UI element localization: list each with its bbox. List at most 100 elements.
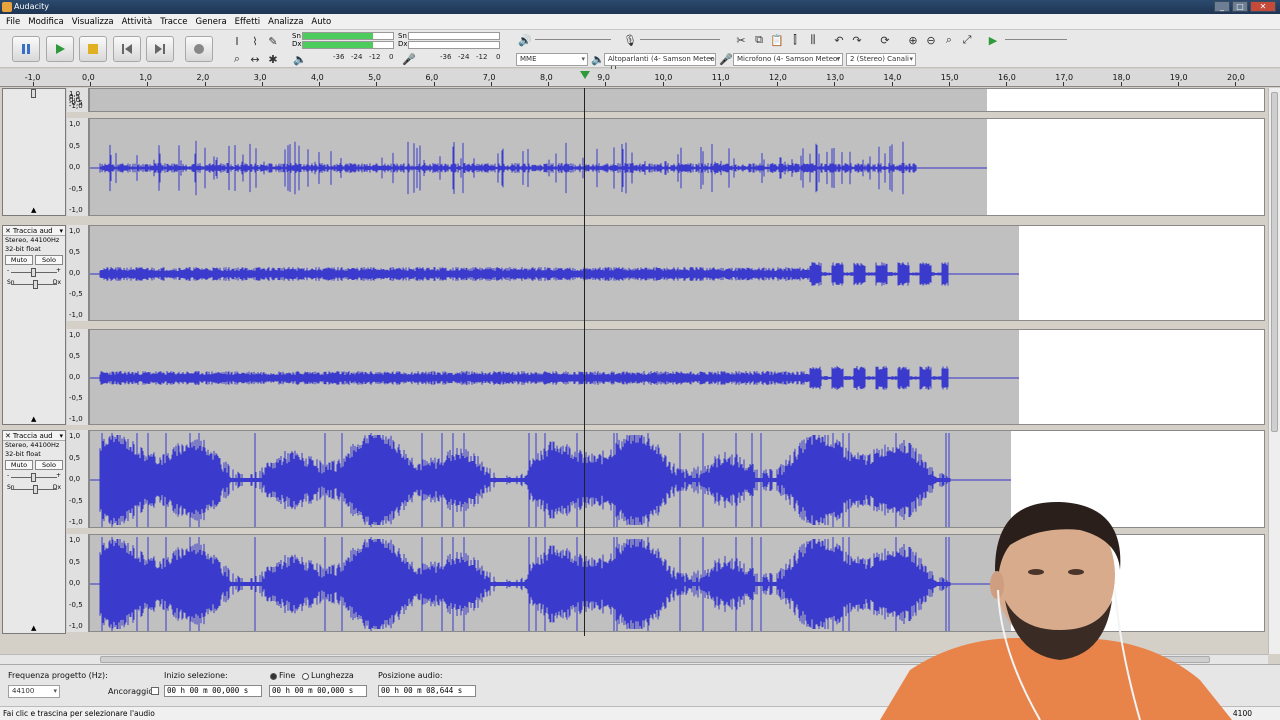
- collapse-track-icon[interactable]: ▲: [31, 415, 36, 423]
- menu-file[interactable]: File: [2, 14, 24, 30]
- track-control-panel[interactable]: ✕ Traccia aud ▾ Stereo, 44100Hz 32-bit float…: [2, 225, 66, 425]
- mute-button[interactable]: Muto: [5, 255, 33, 265]
- track-menu-chevron-icon[interactable]: ▾: [59, 431, 63, 441]
- gain-slider[interactable]: - +: [7, 472, 61, 482]
- zoom-out-icon[interactable]: ⊖: [923, 32, 939, 48]
- selection-start-field[interactable]: 00 h 00 m 00,000 s: [164, 685, 262, 697]
- zoom-in-icon[interactable]: ⊕: [905, 32, 921, 48]
- skip-start-button[interactable]: [113, 36, 141, 62]
- track-menu-chevron-icon[interactable]: ▾: [59, 226, 63, 236]
- close-button[interactable]: ✕: [1250, 1, 1276, 12]
- play-button[interactable]: [46, 36, 74, 62]
- track-header[interactable]: ✕ Traccia aud ▾: [3, 226, 65, 236]
- menu-modifica[interactable]: Modifica: [24, 14, 68, 30]
- vertical-scrollbar[interactable]: [1268, 88, 1280, 654]
- ruler-tick-label: 20,0: [1227, 73, 1245, 82]
- collapse-track-icon[interactable]: ▲: [31, 206, 36, 214]
- output-volume-slider[interactable]: [535, 39, 611, 40]
- input-volume-slider[interactable]: [640, 39, 720, 40]
- pan-knob[interactable]: [33, 280, 38, 289]
- solo-button[interactable]: Solo: [35, 255, 63, 265]
- gain-knob[interactable]: [31, 268, 36, 277]
- maximize-button[interactable]: □: [1232, 1, 1248, 12]
- waveform-channel[interactable]: [89, 225, 1265, 321]
- menu-tracce[interactable]: Tracce: [156, 14, 191, 30]
- record-meter-right[interactable]: [408, 41, 500, 49]
- project-rate-select[interactable]: 44100: [8, 685, 60, 698]
- amplitude-tick: 0,5: [69, 453, 81, 462]
- copy-icon[interactable]: ⧉: [751, 32, 767, 48]
- selection-tool-icon[interactable]: I: [229, 33, 245, 49]
- amplitude-tick: 0,0: [69, 163, 81, 171]
- track-name[interactable]: Traccia aud: [13, 432, 53, 440]
- menu-effetti[interactable]: Effetti: [231, 14, 264, 30]
- menu-visualizza[interactable]: Visualizza: [68, 14, 118, 30]
- end-radio[interactable]: [270, 673, 277, 680]
- fit-selection-icon[interactable]: ⌕: [941, 32, 957, 48]
- pan-slider[interactable]: Sn Dx: [7, 279, 61, 289]
- pan-slider[interactable]: Sn Dx: [7, 484, 61, 494]
- vertical-scroll-thumb[interactable]: [1271, 92, 1278, 432]
- track-header[interactable]: ✕ Traccia aud ▾: [3, 431, 65, 441]
- skip-end-button[interactable]: [146, 36, 174, 62]
- audio-position-field[interactable]: 00 h 00 m 08,644 s: [378, 685, 476, 697]
- channels-select[interactable]: 2 (Stereo) Canali: [846, 53, 916, 66]
- collapse-track-icon[interactable]: ▲: [31, 624, 36, 632]
- menu-attivita[interactable]: Attività: [118, 14, 157, 30]
- track-control-panel[interactable]: ✕ Traccia aud ▾ Stereo, 44100Hz 32-bit float…: [2, 430, 66, 634]
- playback-meter-right[interactable]: [302, 41, 394, 49]
- cut-icon[interactable]: ✂: [733, 32, 749, 48]
- waveform-channel[interactable]: [89, 88, 1265, 112]
- gain-knob[interactable]: [31, 473, 36, 482]
- gain-knob[interactable]: [31, 89, 36, 98]
- track-close-icon[interactable]: ✕: [5, 227, 11, 235]
- pause-button[interactable]: [12, 36, 40, 62]
- waveform-channel[interactable]: [89, 329, 1265, 425]
- selection-end-field[interactable]: 00 h 00 m 00,000 s: [269, 685, 367, 697]
- amplitude-tick: -0,5: [69, 600, 83, 609]
- amplitude-tick: 0,5: [69, 141, 81, 150]
- meter-scale-play-3: -12: [369, 53, 381, 61]
- menu-analizza[interactable]: Analizza: [264, 14, 307, 30]
- silence-icon[interactable]: ⫼: [805, 32, 821, 48]
- multi-tool-icon[interactable]: ✱: [265, 51, 281, 67]
- pan-knob[interactable]: [33, 485, 38, 494]
- amplitude-tick: 1,0: [69, 120, 81, 128]
- track-control-panel[interactable]: ▲: [2, 88, 66, 216]
- trim-icon[interactable]: ⫿: [787, 32, 803, 48]
- minimize-button[interactable]: _: [1214, 1, 1230, 12]
- paste-icon[interactable]: 📋: [769, 32, 785, 48]
- track-name[interactable]: Traccia aud: [13, 227, 53, 235]
- mute-button[interactable]: Muto: [5, 460, 33, 470]
- length-radio[interactable]: [302, 673, 309, 680]
- gain-slider[interactable]: - +: [7, 267, 61, 277]
- record-button[interactable]: [185, 36, 213, 62]
- play-at-speed-icon[interactable]: ▶: [985, 32, 1001, 48]
- menu-genera[interactable]: Genera: [192, 14, 231, 30]
- menu-auto[interactable]: Auto: [307, 14, 335, 30]
- ruler-tick-mark: [891, 82, 893, 86]
- play-speed-slider[interactable]: [1005, 39, 1067, 40]
- timeshift-tool-icon[interactable]: ↔: [247, 51, 263, 67]
- status-rate: 4100: [1232, 709, 1252, 718]
- timeline-ruler[interactable]: -1,0 0,0 1,0 2,0 3,0 4,0 5,0 6,0 7,0 8,0 9,0 10,0 11…: [0, 69, 1280, 87]
- waveform-channel[interactable]: [89, 118, 1265, 216]
- undo-icon[interactable]: ↶: [831, 32, 847, 48]
- snap-checkbox[interactable]: [151, 687, 159, 695]
- audio-clip[interactable]: [90, 89, 987, 111]
- track-close-icon[interactable]: ✕: [5, 432, 11, 440]
- amplitude-tick: -1,0: [69, 102, 83, 110]
- sync-lock-icon[interactable]: ⟳: [877, 32, 893, 48]
- output-device-select[interactable]: Altoparlanti (4- Samson Meteor: [604, 53, 716, 66]
- zoom-tool-icon[interactable]: ⌕: [229, 51, 245, 67]
- draw-tool-icon[interactable]: ✎: [265, 33, 281, 49]
- redo-icon[interactable]: ↷: [849, 32, 865, 48]
- input-device-select[interactable]: Microfono (4- Samson Meteor: [733, 53, 843, 66]
- envelope-tool-icon[interactable]: ⌇: [247, 33, 263, 49]
- fit-project-icon[interactable]: ⤢: [959, 32, 975, 48]
- stop-button[interactable]: [79, 36, 107, 62]
- host-select[interactable]: MME: [516, 53, 588, 66]
- record-meter-left[interactable]: [408, 32, 500, 40]
- playback-meter-left[interactable]: [302, 32, 394, 40]
- solo-button[interactable]: Solo: [35, 460, 63, 470]
